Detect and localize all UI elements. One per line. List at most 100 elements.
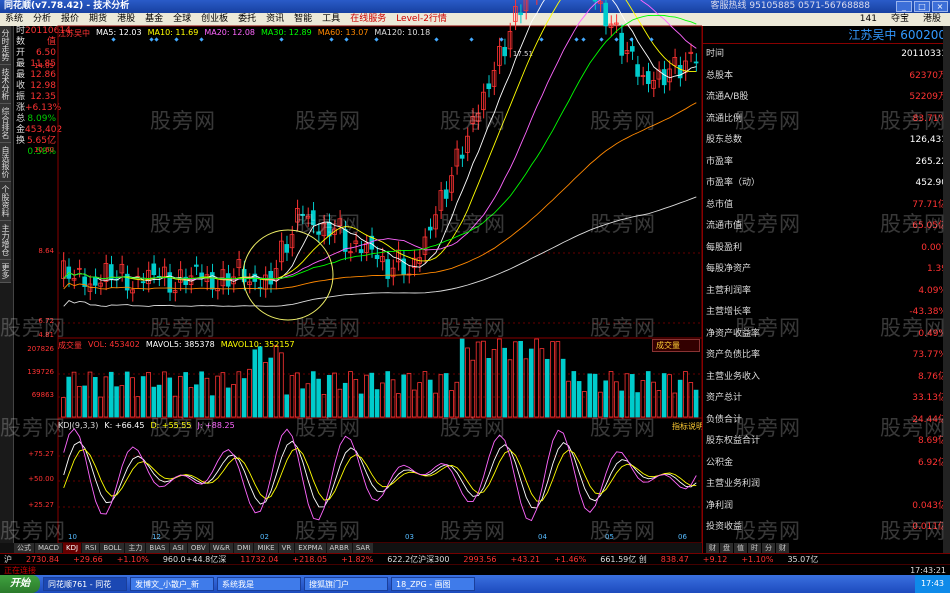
volume-bar: [305, 383, 311, 418]
candle-body: [284, 244, 290, 253]
fundamental-row: 时间 20110331: [703, 44, 950, 66]
fundamental-value: 0.011亿: [912, 522, 947, 532]
mavol5-value: MAVOL5: 385378: [145, 340, 215, 349]
fundamental-value: 83.71%: [912, 113, 947, 124]
indicator-tab[interactable]: 主力: [125, 543, 146, 553]
volume-bar: [326, 374, 332, 418]
indicator-tab[interactable]: SAR: [352, 543, 374, 553]
fundamental-value: 77.71亿: [912, 199, 947, 210]
candle-body: [693, 61, 699, 64]
x-axis-label: 02: [260, 533, 269, 541]
maximize-button[interactable]: □: [914, 1, 930, 12]
volume-bar: [204, 377, 210, 418]
volume-bar: [550, 341, 555, 418]
fundamental-row: 每股净资产 1.39: [703, 259, 950, 281]
volume-value: VOL: 453402: [88, 340, 140, 349]
taskbar-task[interactable]: 搜狐旗门户: [304, 577, 388, 591]
volume-bar: [124, 371, 130, 418]
indicator-help-button[interactable]: 指标说明: [672, 421, 704, 432]
fundamental-label: 主营业务收入: [706, 371, 761, 382]
volume-bar: [645, 371, 651, 418]
volume-bar: [449, 390, 454, 418]
indicator-tab[interactable]: MACD: [35, 543, 62, 553]
volume-bar: [220, 372, 226, 418]
indicator-tab[interactable]: VR: [278, 543, 295, 553]
menu-right-item[interactable]: 夺宝: [886, 13, 914, 26]
volume-axis-label: 69863: [32, 391, 54, 399]
indicator-tab[interactable]: MIKE: [254, 543, 278, 553]
menu-right-item[interactable]: 港股: [918, 13, 946, 26]
price-axis-label: 14.05: [34, 62, 54, 70]
x-axis-label: 05: [605, 533, 614, 541]
fundamental-label: 净资产收益率: [706, 328, 761, 339]
indicator-tab[interactable]: ASI: [169, 543, 187, 553]
scrollbar[interactable]: [943, 26, 950, 566]
indicator-tab[interactable]: W&R: [209, 543, 233, 553]
indicator-tab[interactable]: BIAS: [146, 543, 169, 553]
volume-bar: [119, 385, 125, 418]
taskbar-task[interactable]: 发博文_小散户_新: [130, 577, 214, 591]
indicator-tab[interactable]: OBV: [187, 543, 209, 553]
indicator-tab[interactable]: ARBR: [326, 543, 352, 553]
taskbar-task[interactable]: 系统我是: [217, 577, 301, 591]
fundamental-label: 总股本: [706, 70, 734, 81]
volume-dropdown[interactable]: 成交量: [652, 339, 700, 352]
taskbar-task[interactable]: 同花顺761 - 同花: [43, 577, 127, 591]
indicator-tab[interactable]: BOLL: [100, 543, 125, 553]
right-panel-tabs: 财盘值时分财: [706, 543, 789, 553]
volume-bar: [310, 371, 316, 418]
volume-bar: [82, 385, 87, 418]
start-button[interactable]: 开始: [0, 575, 40, 593]
ticker-item: +218.05: [292, 555, 328, 564]
candle-body: [93, 276, 98, 286]
fundamental-row: 主营业务利润: [703, 474, 950, 496]
candle-body: [459, 154, 465, 159]
indicator-tab[interactable]: DMI: [233, 543, 254, 553]
close-button[interactable]: ×: [932, 1, 948, 12]
ma20-line: [63, 0, 697, 280]
volume-bar: [284, 394, 290, 418]
indicator-tab[interactable]: RSI: [82, 543, 100, 553]
candle-body: [518, 12, 523, 16]
menu-right-item[interactable]: 141: [855, 13, 882, 26]
fundamental-row: 股东总数 126,431: [703, 130, 950, 152]
volume-bar: [598, 391, 603, 418]
signal-marker: [344, 37, 349, 42]
right-tab[interactable]: 财: [776, 543, 789, 553]
signal-marker: [649, 37, 654, 42]
mavol10-value: MAVOL10: 352157: [220, 340, 295, 349]
right-tab[interactable]: 盘: [720, 543, 733, 553]
right-tab[interactable]: 时: [748, 543, 761, 553]
fundamental-label: 流通市值: [706, 221, 743, 231]
right-tab[interactable]: 分: [762, 543, 775, 553]
fundamental-row: 主营业务收入 8.76亿: [703, 367, 950, 389]
ma120-line: [63, 196, 697, 307]
fundamental-value: 33.13亿: [912, 393, 947, 403]
fundamental-value: 20110331: [901, 49, 947, 59]
volume-bar: [656, 390, 662, 418]
price-axis-label: 4.81: [38, 331, 54, 339]
ticker-item: +29.66: [73, 555, 103, 564]
indicator-tab[interactable]: EXPMA: [295, 543, 326, 553]
volume-bar: [209, 395, 215, 418]
signal-marker: [374, 37, 379, 42]
indicator-tab[interactable]: KDJ: [62, 543, 82, 553]
volume-bar: [98, 396, 103, 418]
fundamental-label: 每股盈利: [706, 242, 743, 253]
stock-chart[interactable]: 14.05 10.60 8.64 6.72 4.81 207826 139726 69863 +…: [0, 0, 702, 543]
fundamental-label: 主营增长率: [706, 307, 752, 317]
volume-bar: [470, 359, 476, 418]
volume-bar: [108, 371, 114, 418]
signal-marker: [329, 37, 334, 42]
fundamental-label: 负债合计: [706, 414, 743, 425]
minimize-button[interactable]: _: [896, 1, 912, 12]
right-tab[interactable]: 值: [734, 543, 747, 553]
ticker-item: 沪: [4, 555, 12, 564]
ticker-item: +1.46%: [554, 555, 587, 564]
fundamental-label: 市盈率（动）: [706, 178, 761, 188]
fundamental-label: 净利润: [706, 500, 734, 511]
indicator-tab[interactable]: 公式: [14, 543, 34, 553]
taskbar-task[interactable]: 18_ZPG - 画图: [391, 577, 475, 591]
right-tab[interactable]: 财: [706, 543, 719, 553]
volume-bar: [263, 362, 268, 418]
